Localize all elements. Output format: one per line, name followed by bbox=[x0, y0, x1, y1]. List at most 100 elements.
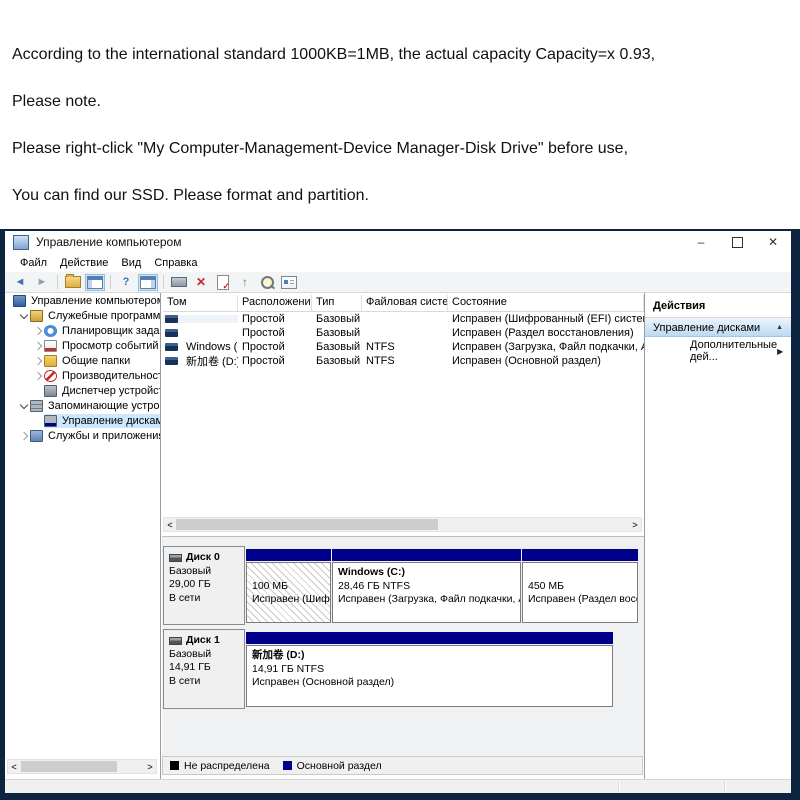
details-icon[interactable] bbox=[279, 274, 299, 291]
tree-expander-icon[interactable] bbox=[31, 341, 44, 350]
tree-item-event-viewer[interactable]: Просмотр событий bbox=[5, 338, 160, 353]
tree-item-label: Производительность bbox=[62, 369, 161, 382]
chevron-right-icon: ▶ bbox=[777, 346, 784, 356]
scrollbar-thumb[interactable] bbox=[21, 761, 117, 772]
partition[interactable]: 450 МБ Исправен (Раздел восс bbox=[522, 549, 638, 623]
volume-name: Windows (C:) bbox=[186, 341, 238, 353]
table-row[interactable]: 新加卷 (D:) Простой Базовый NTFS Исправен (Осно… bbox=[163, 354, 644, 368]
column-header-3[interactable]: Файловая система bbox=[362, 295, 448, 311]
volume-table: Простой Базовый Исправен (Шифрованный (EFI… bbox=[162, 312, 644, 368]
actions-header: Действия bbox=[653, 300, 706, 312]
scroll-right-icon[interactable]: > bbox=[629, 518, 641, 531]
menu-item-help[interactable]: Справка bbox=[149, 256, 205, 270]
help-icon[interactable]: ? bbox=[116, 274, 136, 291]
system-tools-icon bbox=[30, 309, 43, 322]
event-viewer-icon bbox=[44, 339, 57, 352]
volume-name: 新加卷 (D:) bbox=[186, 356, 238, 368]
partition[interactable]: Windows (C:) 28,46 ГБ NTFS Исправен (Загру… bbox=[332, 549, 521, 623]
action-pane-toggle-icon[interactable] bbox=[138, 273, 158, 291]
scroll-right-icon[interactable]: > bbox=[144, 760, 156, 773]
seller-note: According to the international standard … bbox=[12, 46, 794, 234]
actions-more-item[interactable]: Дополнительные дей... ▶ bbox=[645, 339, 791, 363]
up-icon[interactable]: ↑ bbox=[235, 274, 255, 291]
task-scheduler-icon bbox=[44, 324, 57, 337]
divider bbox=[724, 781, 726, 792]
disk-graphical-view: Диск 0 Базовый 29,00 ГБ В сети 100 МБ Исправе… bbox=[162, 536, 644, 757]
chevron-right-icon bbox=[33, 341, 42, 350]
tree-item-label: Диспетчер устройств bbox=[62, 384, 161, 397]
tree-expander-icon[interactable] bbox=[17, 431, 30, 440]
minimize-button[interactable]: – bbox=[683, 231, 719, 253]
tree-expander-icon[interactable] bbox=[31, 356, 44, 365]
column-header-1[interactable]: Расположение bbox=[238, 295, 312, 311]
disk-row-1: Диск 1 Базовый 14,91 ГБ В сети 新加卷 (D:) 14,91… bbox=[163, 629, 639, 709]
partition-size: 14,91 ГБ NTFS bbox=[252, 662, 325, 675]
maximize-button[interactable] bbox=[719, 231, 755, 253]
column-header-2[interactable]: Тип bbox=[312, 295, 362, 311]
window-icon bbox=[13, 234, 29, 250]
tree-expander-icon[interactable] bbox=[17, 310, 30, 319]
tree-horizontal-scrollbar[interactable]: < > bbox=[7, 759, 157, 774]
title-bar[interactable]: Управление компьютером – ✕ bbox=[5, 231, 791, 253]
close-button[interactable]: ✕ bbox=[755, 231, 791, 253]
disk-label[interactable]: Диск 0 Базовый 29,00 ГБ В сети bbox=[163, 546, 245, 625]
tree-item-performance[interactable]: Производительность bbox=[5, 368, 160, 383]
cell-0: 新加卷 (D:) bbox=[163, 353, 238, 369]
scroll-left-icon[interactable]: < bbox=[8, 760, 20, 773]
table-row[interactable]: Простой Базовый Исправен (Шифрованный (EFI… bbox=[163, 312, 644, 326]
disk-row-0: Диск 0 Базовый 29,00 ГБ В сети 100 МБ Исправе… bbox=[163, 546, 639, 625]
delete-volume-icon[interactable]: ✕ bbox=[191, 274, 211, 291]
actions-group-disk-management[interactable]: Управление дисками ▲ bbox=[645, 318, 791, 337]
tree-item-body: Общие папки bbox=[44, 354, 132, 368]
tree-item-device-manager[interactable]: Диспетчер устройств bbox=[5, 383, 160, 398]
chevron-down-icon bbox=[19, 310, 28, 319]
menu-item-action[interactable]: Действие bbox=[55, 256, 116, 270]
actions-pane: Действия Управление дисками ▲ Дополнител… bbox=[645, 293, 791, 779]
disk-name: Диск 0 bbox=[169, 551, 244, 565]
tree-item-task-scheduler[interactable]: Планировщик заданий bbox=[5, 323, 160, 338]
tree-item-storage[interactable]: Запоминающие устройст bbox=[5, 398, 160, 413]
tree-item-disk-management[interactable]: Управление дисками bbox=[5, 413, 160, 428]
disk-size: 29,00 ГБ bbox=[169, 578, 211, 590]
help-icon: ? bbox=[122, 276, 130, 288]
column-header-4[interactable]: Состояние bbox=[448, 295, 644, 311]
search-icon[interactable] bbox=[257, 274, 277, 291]
tree-expander-icon[interactable] bbox=[31, 371, 44, 380]
console-tree-toggle-icon[interactable] bbox=[85, 273, 105, 291]
scroll-left-icon[interactable]: < bbox=[164, 518, 176, 531]
actions-group-label: Управление дисками bbox=[653, 321, 761, 334]
tree-item-shared-folders[interactable]: Общие папки bbox=[5, 353, 160, 368]
chevron-up-icon[interactable]: ▲ bbox=[776, 324, 783, 331]
table-row[interactable]: Простой Базовый Исправен (Раздел восстанов… bbox=[163, 326, 644, 340]
forward-icon[interactable]: ► bbox=[32, 274, 52, 291]
properties-icon[interactable] bbox=[213, 274, 233, 292]
cell-4: Исправен (Шифрованный (EFI) системнь bbox=[452, 313, 644, 325]
tree-expander-icon[interactable] bbox=[31, 326, 44, 335]
legend-color-swatch bbox=[170, 761, 179, 770]
cell-4: Исправен (Раздел восстановления) bbox=[452, 327, 634, 339]
volume-list-horizontal-scrollbar[interactable]: < > bbox=[163, 517, 642, 532]
tree-item-system-tools[interactable]: Служебные программы bbox=[5, 308, 160, 323]
partition[interactable]: 100 МБ Исправен (Шифр bbox=[246, 549, 331, 623]
delete-volume-icon: ✕ bbox=[195, 275, 207, 289]
menu-item-view[interactable]: Вид bbox=[116, 256, 149, 270]
toolbar-separator bbox=[110, 275, 111, 289]
shared-folders-icon bbox=[44, 354, 57, 367]
storage-icon bbox=[30, 399, 43, 412]
tree-item-computer[interactable]: Управление компьютером (л bbox=[5, 293, 160, 308]
column-header-0[interactable]: Том bbox=[163, 295, 238, 311]
export-list-folder-icon[interactable] bbox=[63, 274, 83, 291]
properties-icon bbox=[217, 274, 230, 292]
tree-item-services[interactable]: Службы и приложения bbox=[5, 428, 160, 443]
partition-size: 450 МБ bbox=[528, 579, 565, 592]
partition-color-bar bbox=[332, 549, 521, 561]
menu-item-file[interactable]: Файл bbox=[15, 256, 55, 270]
back-icon[interactable]: ◄ bbox=[10, 274, 30, 291]
partition[interactable]: 新加卷 (D:) 14,91 ГБ NTFS Исправен (Основной … bbox=[246, 632, 613, 707]
scrollbar-thumb[interactable] bbox=[176, 519, 438, 530]
table-row[interactable]: Windows (C:) Простой Базовый NTFS Исправен (… bbox=[163, 340, 644, 354]
partition-size: 100 МБ bbox=[252, 579, 289, 592]
disk-label[interactable]: Диск 1 Базовый 14,91 ГБ В сети bbox=[163, 629, 245, 709]
rescan-disks-icon[interactable] bbox=[169, 274, 189, 291]
tree-expander-icon[interactable] bbox=[17, 400, 30, 409]
